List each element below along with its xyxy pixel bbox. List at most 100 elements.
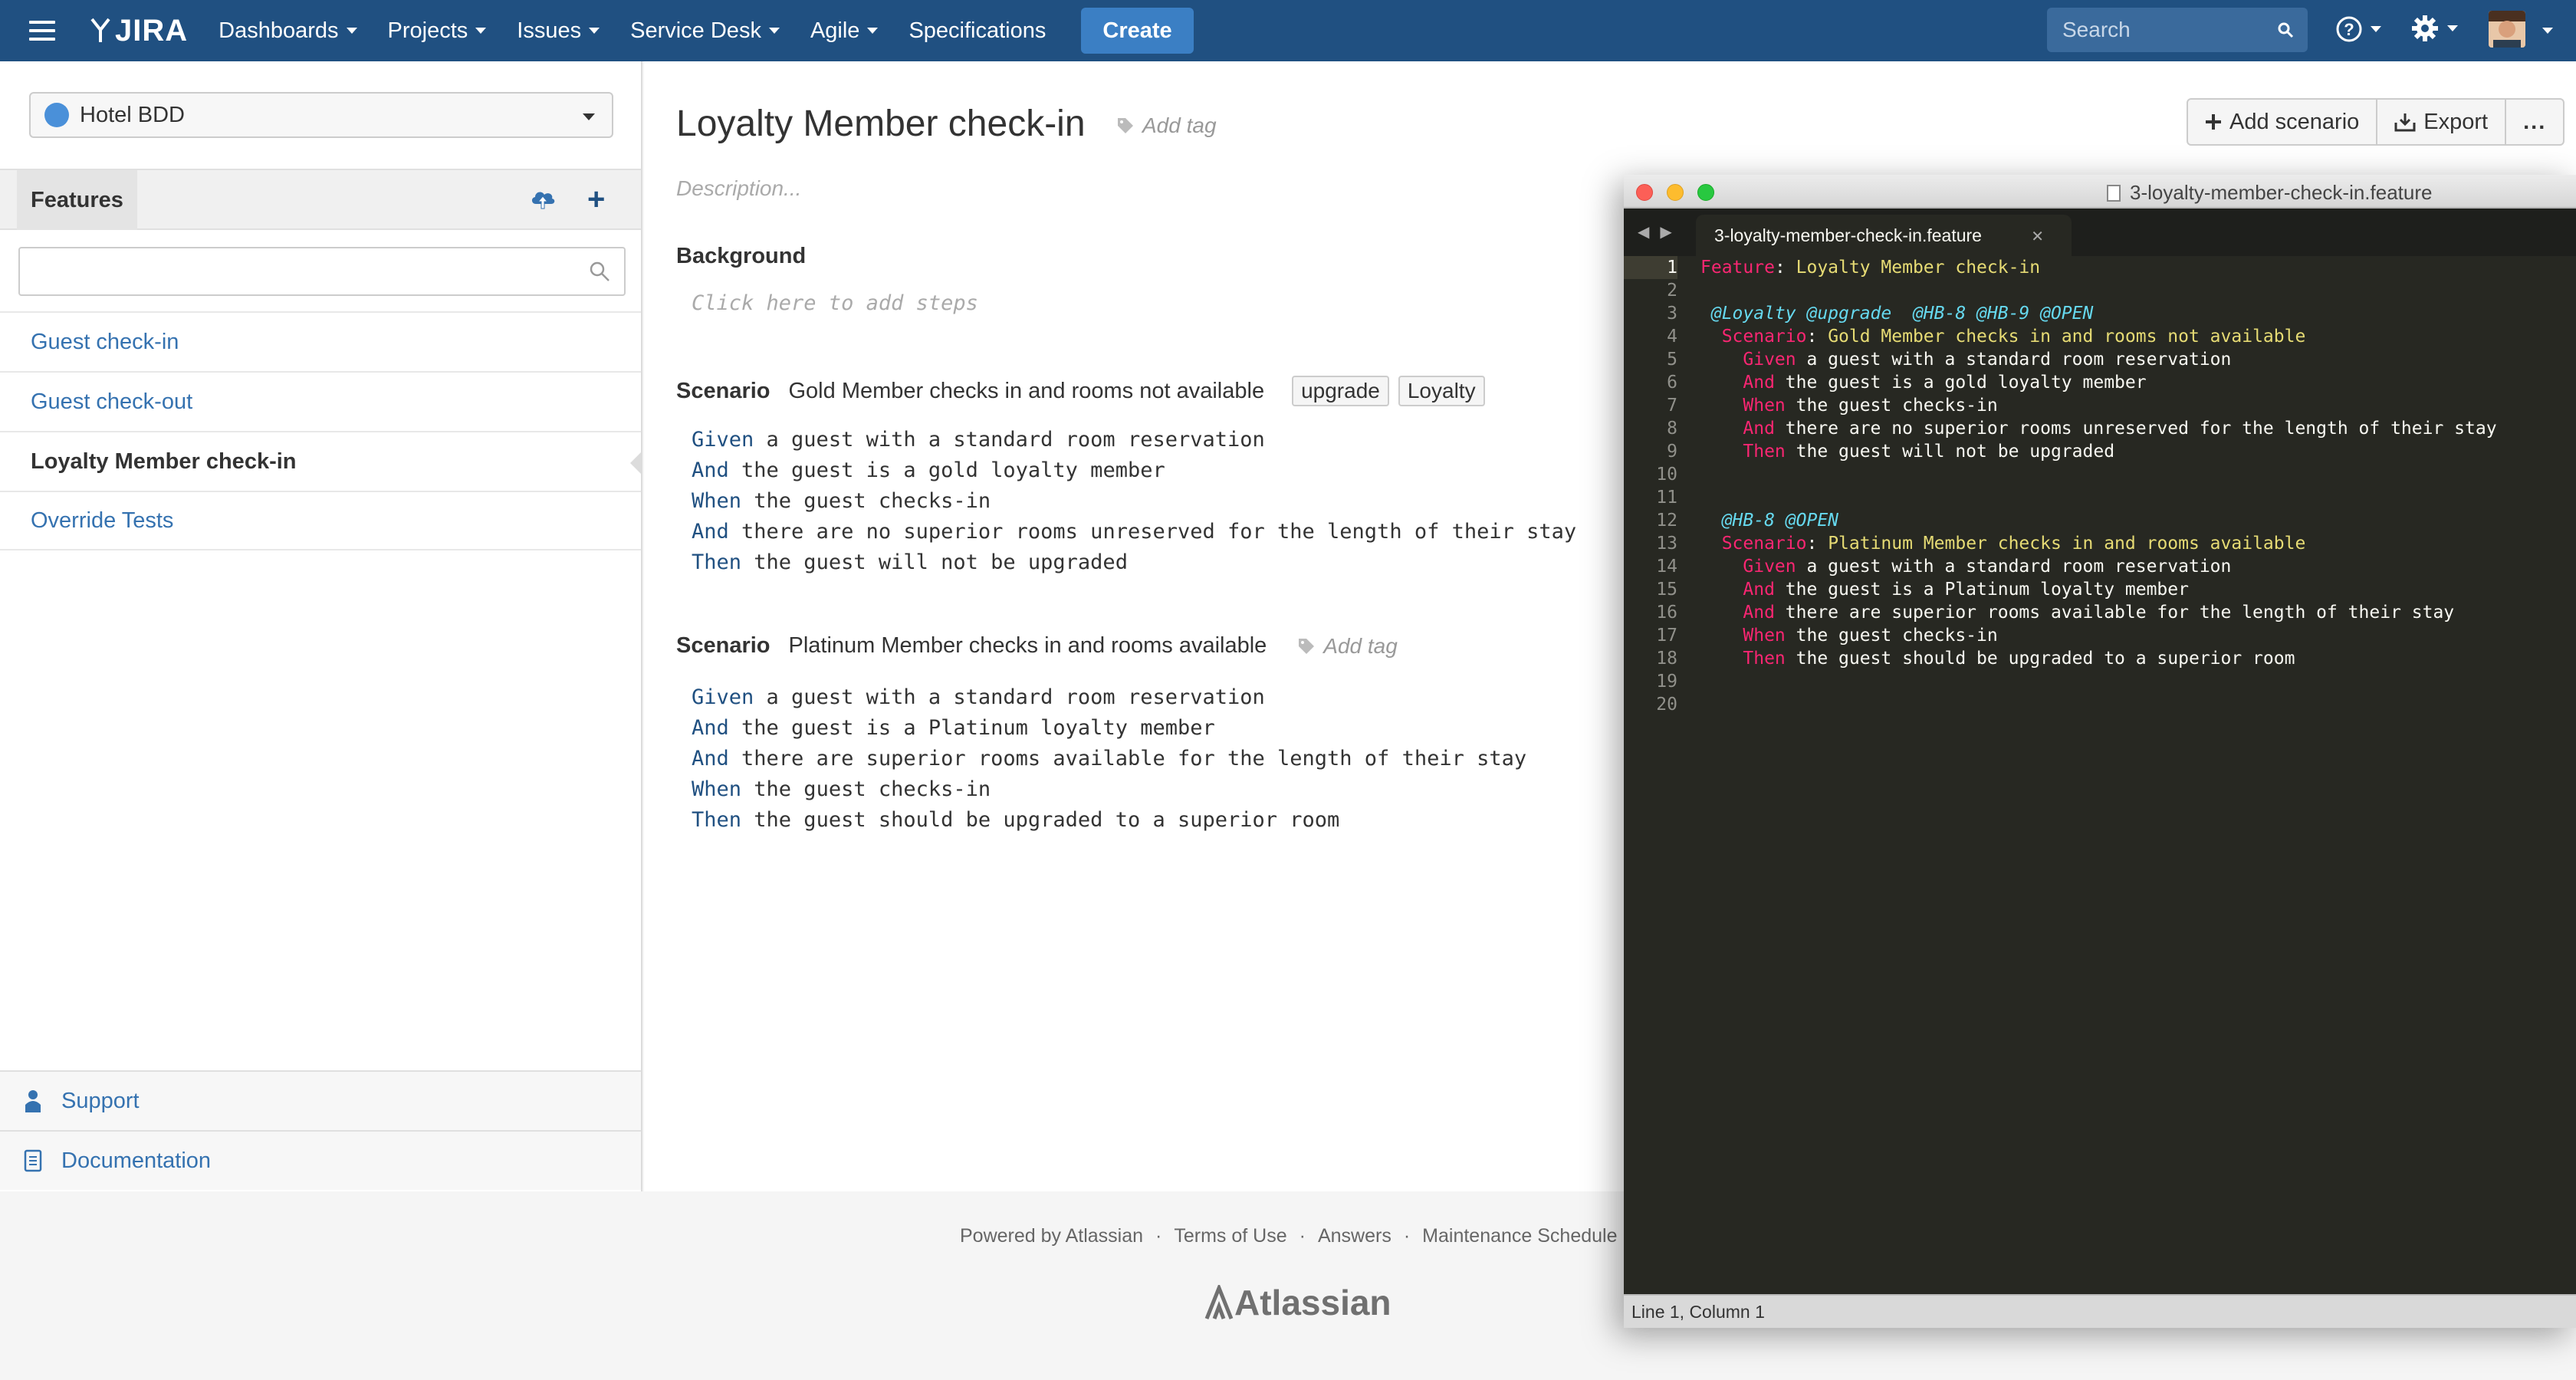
avatar[interactable] [2489, 11, 2525, 48]
add-tag-button[interactable]: Add tag [1297, 634, 1398, 659]
feature-item-loyalty-member-check-in[interactable]: Loyalty Member check-in [0, 431, 642, 491]
code-text: Scenario: Platinum Member checks in and … [1677, 532, 2306, 555]
close-window-icon[interactable] [1636, 184, 1653, 201]
documentation-label: Documentation [61, 1148, 212, 1173]
tab-features[interactable]: Features [17, 170, 137, 230]
atlassian-logo-text: Atlassian [1234, 1283, 1392, 1322]
search-placeholder: Search [2062, 18, 2131, 41]
code-line: 5 Given a guest with a standard room res… [1624, 348, 2576, 371]
code-line: 14 Given a guest with a standard room re… [1624, 555, 2576, 578]
documentation-link[interactable]: Documentation [0, 1130, 641, 1190]
svg-text:?: ? [2344, 20, 2354, 39]
step-keyword: Then [692, 550, 742, 574]
menu-icon[interactable] [29, 21, 55, 41]
more-actions-button[interactable]: ... [2506, 100, 2563, 144]
code-token: a guest with a standard room reservation [1796, 350, 2232, 370]
code-area[interactable]: 1 Feature: Loyalty Member check-in 2 3 @Loy… [1624, 256, 2576, 716]
step-text: a guest with a standard room reservation [754, 685, 1265, 709]
chevron-down-icon [475, 28, 487, 34]
step-keyword: And [692, 458, 729, 482]
page-title[interactable]: Loyalty Member check-in [676, 103, 1086, 145]
line-number: 8 [1667, 419, 1677, 439]
jira-logo[interactable]: JIRA [89, 14, 188, 48]
code-text: And the guest is a Platinum loyalty memb… [1677, 578, 2189, 601]
chevron-right-icon[interactable]: ▶ [1660, 222, 1671, 242]
maximize-window-icon[interactable] [1697, 184, 1714, 201]
tag-loyalty[interactable]: Loyalty [1398, 376, 1485, 406]
feature-item-guest-check-out[interactable]: Guest check-out [0, 371, 641, 431]
project-name: Hotel BDD [80, 102, 185, 127]
search-input[interactable]: Search [2047, 8, 2308, 52]
code-token: And [1700, 373, 1775, 393]
footer-link-powered-by[interactable]: Powered by Atlassian [960, 1225, 1143, 1247]
feature-item-guest-check-in[interactable]: Guest check-in [0, 311, 641, 371]
nav-specifications[interactable]: Specifications [909, 18, 1046, 44]
code-token: : [1806, 534, 1829, 554]
footer-links: Powered by Atlassian · Terms of Use · An… [960, 1225, 1618, 1247]
add-scenario-button[interactable]: Add scenario [2188, 100, 2378, 144]
nav-specifications-label: Specifications [909, 18, 1046, 43]
nav-dashboards[interactable]: Dashboards [219, 18, 357, 44]
chevron-down-icon [583, 113, 595, 120]
help-menu[interactable]: ? [2335, 15, 2381, 43]
tag-icon [1118, 118, 1133, 133]
tab-navigation[interactable]: ◀ ▶ [1638, 222, 1683, 242]
add-feature-icon[interactable]: + [587, 184, 605, 215]
line-number: 11 [1656, 488, 1677, 508]
project-selector[interactable]: Hotel BDD [29, 92, 613, 138]
step: And there are no superior rooms unreserv… [692, 517, 1576, 547]
editor-titlebar[interactable]: 3-loyalty-member-check-in.feature [1624, 175, 2576, 209]
scenario-1-steps[interactable]: Given a guest with a standard room reser… [692, 425, 1576, 578]
footer-separator: · [1403, 1225, 1411, 1247]
create-button[interactable]: Create [1081, 8, 1194, 54]
scenario-1-header[interactable]: Scenario Gold Member checks in and rooms… [676, 376, 1485, 406]
code-token: When [1700, 396, 1786, 416]
scenario-1-name: Gold Member checks in and rooms not avai… [788, 378, 1265, 403]
chevron-down-icon [2542, 28, 2553, 34]
close-icon[interactable]: ✕ [2031, 227, 2044, 246]
editor-tabbar: ◀ ▶ 3-loyalty-member-check-in.feature ✕ [1624, 209, 2576, 256]
code-token: Scenario [1700, 534, 1807, 554]
plus-icon [2206, 114, 2221, 130]
chevron-down-icon [589, 28, 600, 34]
editor-tab[interactable]: 3-loyalty-member-check-in.feature ✕ [1696, 215, 2072, 256]
line-number: 15 [1656, 580, 1677, 600]
add-tag-button[interactable]: Add tag [1116, 113, 1217, 138]
chevron-left-icon[interactable]: ◀ [1638, 222, 1649, 242]
settings-menu[interactable] [2410, 14, 2458, 43]
nav-agile[interactable]: Agile [810, 18, 879, 44]
chevron-down-icon [346, 28, 357, 34]
code-line: 12 @HB-8 @OPEN [1624, 509, 2576, 532]
line-number: 7 [1667, 396, 1677, 416]
nav-service-desk[interactable]: Service Desk [630, 18, 780, 44]
export-label: Export [2423, 109, 2489, 134]
chevron-down-icon [2447, 25, 2458, 31]
atlassian-logo[interactable]: Atlassian [1204, 1282, 1392, 1323]
export-button[interactable]: Export [2377, 100, 2507, 144]
footer-link-maintenance[interactable]: Maintenance Schedule [1422, 1225, 1617, 1247]
nav-projects[interactable]: Projects [388, 18, 487, 44]
nav-dashboards-label: Dashboards [219, 18, 339, 43]
code-token: the guest will not be upgraded [1785, 442, 2115, 462]
feature-item-override-tests[interactable]: Override Tests [0, 491, 641, 550]
project-icon [44, 103, 69, 127]
background-steps-hint[interactable]: Click here to add steps [692, 291, 978, 315]
nav-issues[interactable]: Issues [517, 18, 600, 44]
description-field[interactable]: Description... [676, 176, 801, 201]
line-number: 17 [1656, 626, 1677, 646]
upload-cloud-icon[interactable] [529, 186, 557, 212]
tag-upgrade[interactable]: upgrade [1292, 376, 1389, 406]
step: And there are superior rooms available f… [692, 744, 1526, 774]
code-token: Loyalty Member check-in [1796, 258, 2041, 278]
minimize-window-icon[interactable] [1667, 184, 1684, 201]
support-link[interactable]: Support [0, 1070, 641, 1130]
feature-search-input[interactable] [18, 247, 626, 296]
footer-link-terms[interactable]: Terms of Use [1174, 1225, 1286, 1247]
download-icon [2394, 113, 2416, 132]
add-tag-label: Add tag [1142, 113, 1217, 137]
footer-link-answers[interactable]: Answers [1318, 1225, 1392, 1247]
scenario-2-header[interactable]: Scenario Platinum Member checks in and r… [676, 633, 1398, 659]
scenario-2-steps[interactable]: Given a guest with a standard room reser… [692, 682, 1526, 836]
